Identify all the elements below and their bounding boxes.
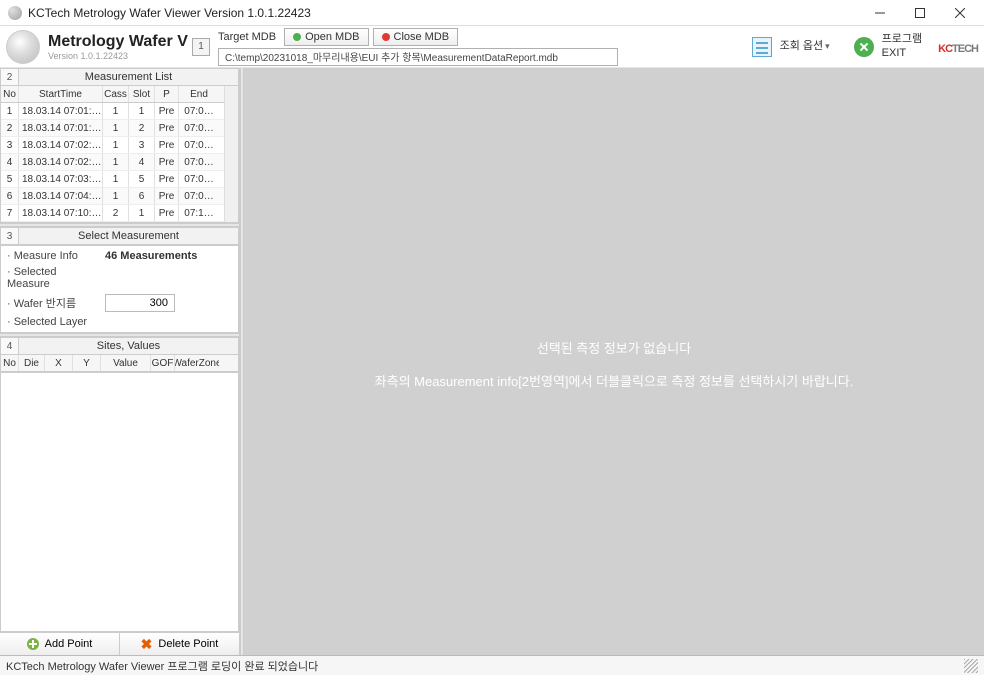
- close-mdb-button[interactable]: Close MDB: [373, 28, 459, 46]
- table-row[interactable]: 418.03.14 07:02:…14Pre07:0…: [1, 154, 224, 171]
- table-row[interactable]: 218.03.14 07:01:…12Pre07:0…: [1, 120, 224, 137]
- col4-value[interactable]: Value: [101, 355, 151, 371]
- col4-die[interactable]: Die: [19, 355, 45, 371]
- table-row[interactable]: 318.03.14 07:02:…13Pre07:0…: [1, 137, 224, 154]
- section-3-title: Select Measurement: [19, 230, 238, 242]
- section-3-header: 3 Select Measurement: [0, 227, 239, 245]
- measure-info-value: 46 Measurements: [105, 250, 232, 262]
- app-title-block: Metrology Wafer Vie Version 1.0.1.22423: [48, 33, 188, 61]
- col4-waferzone[interactable]: WaferZone: [175, 355, 219, 371]
- section-4-header: 4 Sites, Values: [0, 337, 239, 355]
- resize-handle-icon[interactable]: [964, 659, 978, 673]
- close-button[interactable]: [940, 1, 980, 25]
- app-logo-icon: [6, 30, 40, 64]
- selected-measure-label: · Selected Measure: [7, 266, 99, 290]
- open-mdb-label: Open MDB: [305, 31, 359, 43]
- exit-button[interactable]: 프로그램 EXIT: [846, 31, 928, 61]
- chevron-down-icon: ▾: [825, 41, 830, 51]
- statusbar: KCTech Metrology Wafer Viewer 프로그램 로딩이 완…: [0, 655, 984, 675]
- empty-message-2: 좌측의 Measurement info[2번영역]에서 더블클릭으로 측정 정…: [375, 371, 854, 390]
- col-starttime[interactable]: StartTime: [19, 86, 103, 102]
- open-icon: [293, 33, 301, 41]
- view-option-button[interactable]: 조회 옵션▾: [744, 33, 836, 61]
- section-2-title: Measurement List: [19, 71, 238, 83]
- close-mdb-label: Close MDB: [394, 31, 450, 43]
- col-no[interactable]: No: [1, 86, 19, 102]
- col4-gof[interactable]: GOF: [151, 355, 175, 371]
- measurement-list-grid[interactable]: No StartTime Cass Slot P End 118.03.14 0…: [0, 86, 239, 223]
- col4-x[interactable]: X: [45, 355, 73, 371]
- section-2-badge: 2: [1, 69, 19, 85]
- mdb-block: Target MDB Open MDB Close MDB C:\temp\20…: [218, 28, 618, 66]
- exit-icon: [854, 37, 874, 57]
- main: 2 Measurement List No StartTime Cass Slo…: [0, 68, 984, 655]
- select-measurement-panel: · Measure Info 46 Measurements · Selected…: [0, 245, 239, 333]
- col-p[interactable]: P: [155, 86, 179, 102]
- mdb-path-field[interactable]: C:\temp\20231018_마무리내용\EUI 추가 항목\Measure…: [218, 48, 618, 66]
- add-point-label: Add Point: [45, 638, 93, 650]
- delete-point-button[interactable]: ✖ Delete Point: [120, 633, 239, 655]
- target-mdb-label: Target MDB: [218, 31, 276, 43]
- maximize-button[interactable]: [900, 1, 940, 25]
- list-icon: [752, 37, 772, 57]
- left-panel: 2 Measurement List No StartTime Cass Slo…: [0, 68, 240, 655]
- grid-scrollbar[interactable]: [224, 86, 238, 222]
- toolbar: Metrology Wafer Vie Version 1.0.1.22423 …: [0, 26, 984, 68]
- wafer-radius-input[interactable]: [105, 294, 175, 312]
- col4-y[interactable]: Y: [73, 355, 101, 371]
- section-4-badge: 4: [1, 338, 19, 354]
- wafer-radius-label: · Wafer 반지름: [7, 295, 99, 311]
- table-row[interactable]: 718.03.14 07:10:…21Pre07:1…: [1, 205, 224, 222]
- col4-no[interactable]: No: [1, 355, 19, 371]
- delete-icon: ✖: [141, 636, 153, 653]
- plus-icon: [27, 638, 39, 650]
- view-option-label: 조회 옵션: [780, 40, 824, 52]
- exit-label-1: 프로그램: [882, 33, 922, 45]
- selected-layer-label: · Selected Layer: [7, 316, 99, 328]
- measure-info-label: · Measure Info: [7, 250, 99, 262]
- table-row[interactable]: 518.03.14 07:03:…15Pre07:0…: [1, 171, 224, 188]
- app-icon: [8, 6, 22, 20]
- kctech-logo: KCTECH: [938, 35, 978, 58]
- sites-values-body[interactable]: [0, 373, 239, 632]
- app-title: Metrology Wafer Vie: [48, 33, 188, 51]
- section-4-title: Sites, Values: [19, 340, 238, 352]
- col-slot[interactable]: Slot: [129, 86, 155, 102]
- minimize-button[interactable]: [860, 1, 900, 25]
- close-icon: [382, 33, 390, 41]
- app-version: Version 1.0.1.22423: [48, 51, 188, 61]
- add-point-button[interactable]: Add Point: [0, 633, 120, 655]
- right-panel: 선택된 측정 정보가 없습니다 좌측의 Measurement info[2번영…: [244, 68, 984, 655]
- table-row[interactable]: 118.03.14 07:01:…11Pre07:0…: [1, 103, 224, 120]
- section-3-badge: 3: [1, 228, 19, 244]
- exit-label-2: EXIT: [882, 47, 906, 59]
- section-1-badge: 1: [192, 38, 210, 56]
- empty-message-1: 선택된 측정 정보가 없습니다: [537, 338, 691, 357]
- titlebar: KCTech Metrology Wafer Viewer Version 1.…: [0, 0, 984, 26]
- section-2-header: 2 Measurement List: [0, 68, 239, 86]
- sites-values-grid[interactable]: No Die X Y Value GOF WaferZone: [0, 355, 239, 373]
- window-title: KCTech Metrology Wafer Viewer Version 1.…: [28, 6, 860, 20]
- table-row[interactable]: 618.03.14 07:04:…16Pre07:0…: [1, 188, 224, 205]
- col-end[interactable]: End: [179, 86, 219, 102]
- delete-point-label: Delete Point: [158, 638, 218, 650]
- status-text: KCTech Metrology Wafer Viewer 프로그램 로딩이 완…: [6, 658, 318, 674]
- open-mdb-button[interactable]: Open MDB: [284, 28, 368, 46]
- col-cass[interactable]: Cass: [103, 86, 129, 102]
- point-buttons: Add Point ✖ Delete Point: [0, 632, 239, 655]
